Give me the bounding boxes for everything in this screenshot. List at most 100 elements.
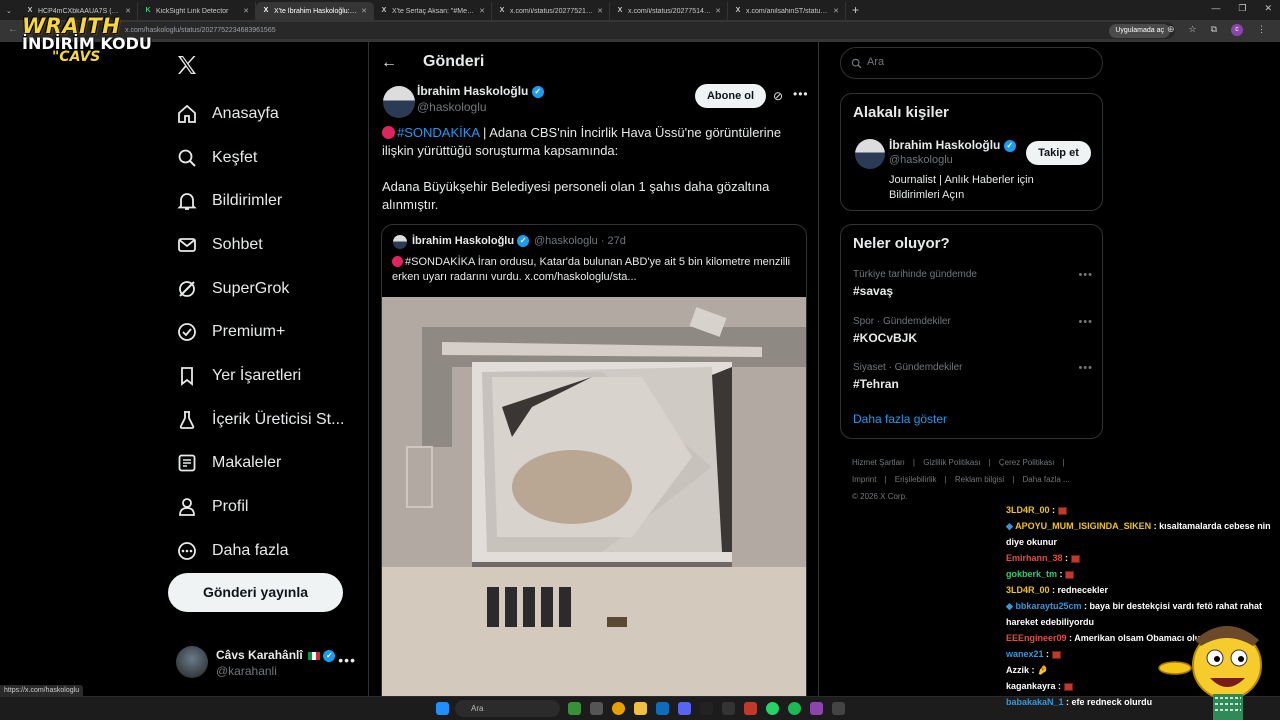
nav-articles[interactable]: Makaleler <box>176 442 344 486</box>
new-tab-button[interactable]: + <box>852 3 859 17</box>
maximize-icon[interactable]: ❐ <box>1238 3 1246 14</box>
post-body: #SONDAKİKA | Adana CBS'nin İncirlik Hava… <box>382 124 802 214</box>
chat-text: efe redneck olurdu <box>1071 697 1153 707</box>
chat-user: bbkaraytu25cm <box>1015 601 1082 611</box>
nav-notifications[interactable]: Bildirimler <box>176 179 344 223</box>
search-input[interactable]: Ara <box>840 47 1103 79</box>
status-url: https://x.com/haskologlu <box>0 685 84 696</box>
chrome-icon[interactable] <box>612 702 625 715</box>
chat-user: wanex21 <box>1006 649 1044 659</box>
app-icon[interactable] <box>744 702 757 715</box>
more-icon[interactable]: ••• <box>1078 269 1093 281</box>
nav-more[interactable]: Daha fazla <box>176 529 344 573</box>
spotify-icon[interactable] <box>788 702 801 715</box>
close-tab-icon[interactable]: ✕ <box>243 7 249 15</box>
browser-tab[interactable]: Xx.com/anilsahinST/status/2027 ✕ <box>728 2 846 20</box>
trend-item[interactable]: Spor · Gündemdekiler #KOCvBJK ••• <box>853 316 1093 345</box>
browser-tab[interactable]: Xx.com/i/status/20277521447 ✕ <box>492 2 610 20</box>
emote-icon <box>1070 554 1080 563</box>
close-tab-icon[interactable]: ✕ <box>361 7 367 15</box>
close-window-icon[interactable]: ✕ <box>1264 3 1272 14</box>
app-icon[interactable] <box>700 702 713 715</box>
mail-icon <box>176 234 198 256</box>
open-in-app-button[interactable]: Uygulamada aç <box>1109 24 1170 38</box>
app-icon[interactable] <box>832 702 845 715</box>
red-circle-icon <box>382 126 395 139</box>
file-explorer-icon[interactable] <box>634 702 647 715</box>
account-handle: @karahanli <box>216 664 277 678</box>
back-arrow-icon[interactable]: ← <box>381 54 397 72</box>
browser-tab[interactable]: X X'te Sertaç Aksan: "#Medya İn ✕ <box>374 2 492 20</box>
compose-post-button[interactable]: Gönderi yayınla <box>168 573 343 612</box>
tab-list-button[interactable]: ⌄ <box>0 2 20 20</box>
nav-explore[interactable]: Keşfet <box>176 136 344 180</box>
taskbar-search[interactable]: Ara <box>455 700 560 717</box>
emote-icon <box>1051 650 1061 659</box>
zoom-icon[interactable]: ⊕ <box>1167 24 1175 36</box>
whatsapp-icon[interactable] <box>766 702 779 715</box>
grok-explain-icon[interactable]: ⊘ <box>773 89 783 103</box>
close-tab-icon[interactable]: ✕ <box>597 7 603 15</box>
trend-item[interactable]: Siyaset · Gündemdekiler #Tehran ••• <box>853 362 1093 391</box>
nav-bookmarks[interactable]: Yer İşaretleri <box>176 354 344 398</box>
bookmark-star-icon[interactable]: ☆ <box>1188 24 1196 36</box>
account-switcher[interactable]: Câvs Karahânlî ✓ @karahanli ••• <box>176 646 356 680</box>
minimize-icon[interactable]: — <box>1211 3 1220 14</box>
subscribe-button[interactable]: Abone ol <box>695 84 766 108</box>
verified-badge-icon <box>176 321 198 343</box>
back-nav-icon[interactable]: ← <box>8 24 18 35</box>
footer-link[interactable]: Çerez Politikası <box>999 458 1055 467</box>
address-bar[interactable]: x.com/haskologlu/status/2027752234683961… <box>30 22 1175 39</box>
profile-icon[interactable]: c <box>1231 24 1243 36</box>
more-icon[interactable]: ••• <box>1078 362 1093 374</box>
footer-link[interactable]: Hizmet Şartları <box>852 458 905 467</box>
show-more-link[interactable]: Daha fazla göster <box>853 412 947 426</box>
menu-icon[interactable]: ⋮ <box>1257 24 1266 36</box>
author-handle[interactable]: @haskologlu <box>417 100 487 114</box>
nav-home[interactable]: Anasayfa <box>176 92 344 136</box>
more-icon[interactable]: ••• <box>338 652 356 668</box>
close-tab-icon[interactable]: ✕ <box>479 7 485 15</box>
footer-link[interactable]: Erişilebilirlik <box>895 475 937 484</box>
follow-button[interactable]: Takip et <box>1026 141 1091 165</box>
browser-tab[interactable]: Xx.com/i/status/20277514298 ✕ <box>610 2 728 20</box>
nav-supergrok[interactable]: SuperGrok <box>176 267 344 311</box>
extensions-icon[interactable]: ⧉ <box>1211 24 1217 36</box>
app-icon[interactable] <box>810 702 823 715</box>
footer-link[interactable]: Daha fazla ... <box>1023 475 1070 484</box>
more-options-icon[interactable]: ••• <box>793 87 809 101</box>
satellite-image[interactable] <box>382 297 807 720</box>
avatar[interactable] <box>855 139 885 169</box>
chat-user: EEEngineer09 <box>1006 633 1067 643</box>
nav-chat[interactable]: Sohbet <box>176 223 344 267</box>
close-tab-icon[interactable]: ✕ <box>715 7 721 15</box>
emote-icon <box>1057 506 1067 515</box>
close-tab-icon[interactable]: ✕ <box>833 7 839 15</box>
author-avatar[interactable] <box>383 86 415 118</box>
quoted-post[interactable]: İbrahim Haskoloğlu ✓ @haskologlu · 27d #… <box>381 224 807 720</box>
more-icon[interactable]: ••• <box>1078 316 1093 328</box>
nav-profile[interactable]: Profil <box>176 485 344 529</box>
task-view-icon[interactable] <box>590 702 603 715</box>
footer-link[interactable]: Gizlilik Politikası <box>923 458 980 467</box>
footer-link[interactable]: Reklam bilgisi <box>955 475 1004 484</box>
edge-icon[interactable] <box>656 702 669 715</box>
nav-label: SuperGrok <box>212 279 290 297</box>
related-person-handle[interactable]: @haskologlu <box>889 154 953 166</box>
widget-icon[interactable] <box>568 702 581 715</box>
app-icon[interactable] <box>722 702 735 715</box>
hashtag-link[interactable]: #SONDAKİKA <box>397 125 479 140</box>
card-title: Neler oluyor? <box>853 235 950 252</box>
nav-creator-studio[interactable]: İçerik Üreticisi St... <box>176 398 344 442</box>
trend-name: #Tehran <box>853 377 899 391</box>
browser-tab-active[interactable]: X X'te İbrahim Haskoloğlu: "🔴# ✕ <box>256 2 374 20</box>
related-person-name[interactable]: İbrahim Haskoloğlu ✓ <box>889 138 1016 152</box>
nav-premium[interactable]: Premium+ <box>176 310 344 354</box>
discord-icon[interactable] <box>678 702 691 715</box>
footer-link[interactable]: Imprint <box>852 475 876 484</box>
windows-start-icon[interactable] <box>436 702 449 715</box>
x-logo-icon[interactable] <box>175 53 199 77</box>
author-name[interactable]: İbrahim Haskoloğlu ✓ <box>417 84 544 98</box>
trend-item[interactable]: Türkiye tarihinde gündemde #savaş ••• <box>853 269 1093 298</box>
browser-tab[interactable]: K KickSight Link Detector ✕ <box>138 2 256 20</box>
